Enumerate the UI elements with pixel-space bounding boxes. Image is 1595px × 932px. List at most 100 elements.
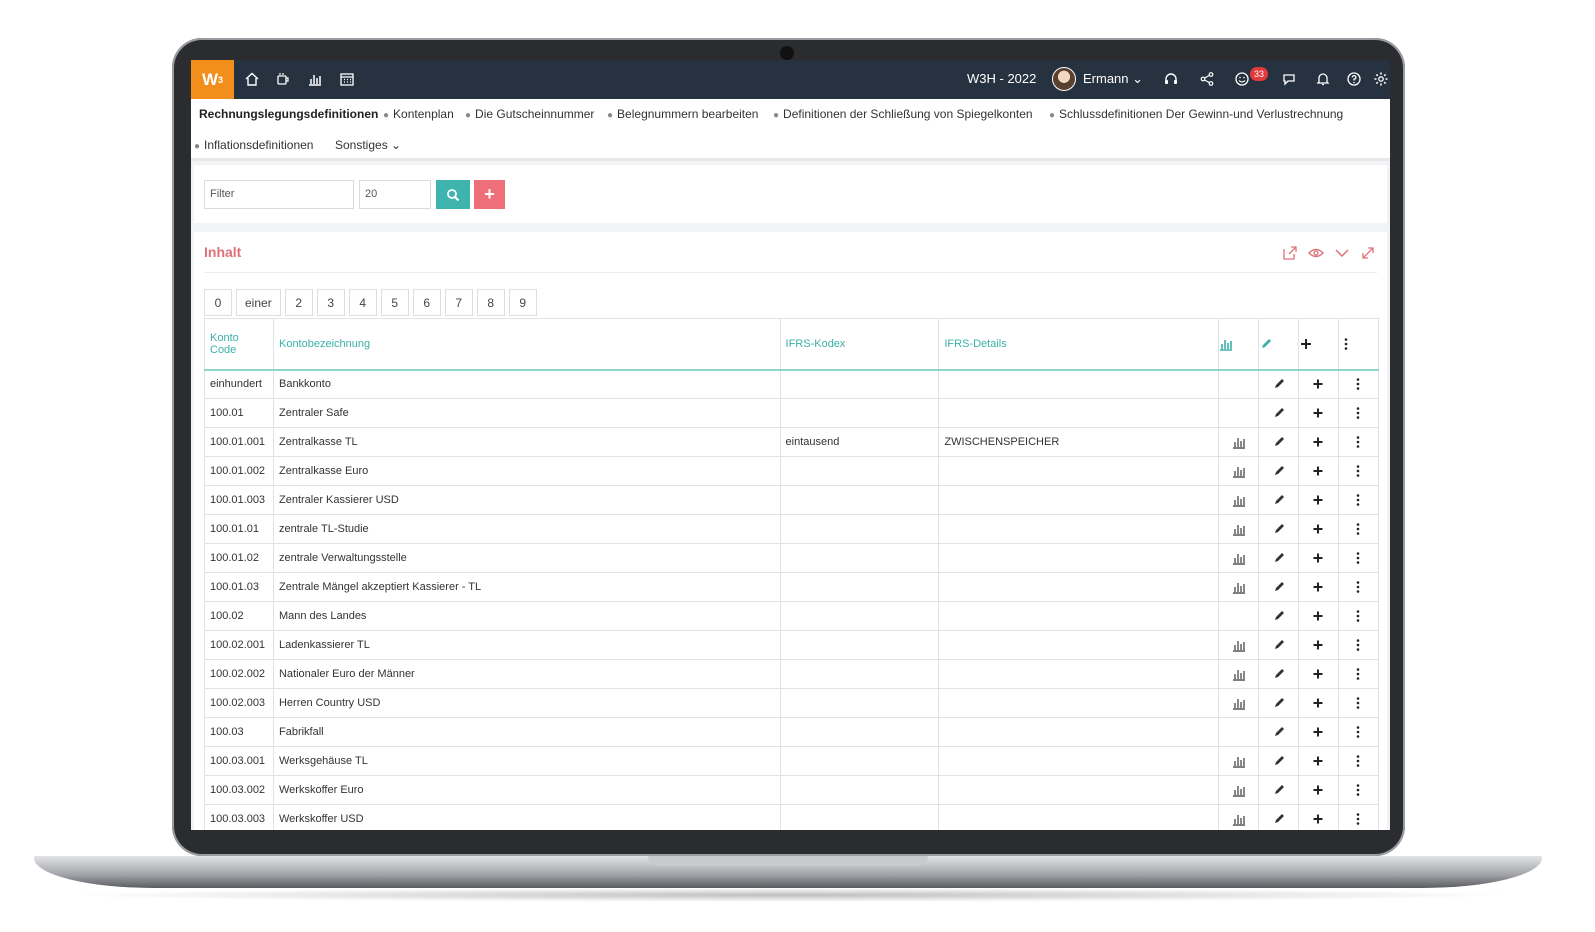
kebab-icon[interactable] [1351, 638, 1365, 652]
pencil-icon[interactable] [1272, 638, 1286, 652]
pencil-icon[interactable] [1272, 783, 1286, 797]
header-add[interactable] [1298, 318, 1339, 371]
pencil-icon[interactable] [1272, 435, 1286, 449]
header-more[interactable] [1337, 318, 1380, 371]
kebab-icon[interactable] [1351, 406, 1365, 420]
cell-more[interactable] [1337, 427, 1380, 457]
pager-button[interactable]: 4 [348, 289, 377, 316]
cell-add[interactable] [1298, 688, 1339, 718]
cell-edit[interactable] [1258, 775, 1300, 805]
cell-add[interactable] [1298, 427, 1339, 457]
cell-more[interactable] [1337, 688, 1380, 718]
kebab-icon[interactable] [1351, 696, 1365, 710]
bar-chart-icon[interactable] [1232, 754, 1246, 768]
table-row[interactable]: 100.01.01 zentrale TL-Studie [204, 514, 1380, 544]
cell-edit[interactable] [1258, 514, 1300, 544]
header-edit[interactable] [1258, 318, 1300, 371]
user-menu[interactable]: Ermann ⌄ [1083, 71, 1143, 87]
pencil-icon[interactable] [1272, 493, 1286, 507]
table-row[interactable]: 100.01.003 Zentraler Kassierer USD [204, 485, 1380, 515]
cell-add[interactable] [1298, 804, 1339, 830]
table-row[interactable]: 100.02.002 Nationaler Euro der Männer [204, 659, 1380, 689]
cell-more[interactable] [1337, 601, 1380, 631]
cell-add[interactable] [1298, 659, 1339, 689]
pager-button[interactable]: 7 [444, 289, 473, 316]
table-row[interactable]: 100.03.002 Werkskoffer Euro [204, 775, 1380, 805]
table-row[interactable]: 100.02.003 Herren Country USD [204, 688, 1380, 718]
plus-icon[interactable] [1311, 725, 1325, 739]
table-row[interactable]: 100.01 Zentraler Safe [204, 398, 1380, 428]
cell-more[interactable] [1337, 485, 1380, 515]
cell-add[interactable] [1298, 543, 1339, 573]
kebab-icon[interactable] [1351, 522, 1365, 536]
cell-add[interactable] [1298, 746, 1339, 776]
chart-icon[interactable] [307, 71, 323, 87]
cell-chart[interactable] [1218, 630, 1260, 660]
cell-more[interactable] [1337, 514, 1380, 544]
table-row[interactable]: 100.03.003 Werkskoffer USD [204, 804, 1380, 830]
plus-icon[interactable] [1311, 609, 1325, 623]
cell-add[interactable] [1298, 775, 1339, 805]
cell-add[interactable] [1298, 572, 1339, 602]
bell-icon[interactable] [1315, 71, 1331, 87]
kebab-icon[interactable] [1351, 812, 1365, 826]
table-row[interactable]: 100.01.001 Zentralkasse TL eintausend ZWISC… [204, 427, 1380, 457]
menu-item-gutscheinnummer[interactable]: ● Die Gutscheinnummer [465, 107, 594, 121]
cell-edit[interactable] [1258, 369, 1300, 399]
bar-chart-icon[interactable] [1232, 435, 1246, 449]
plus-icon[interactable] [1311, 464, 1325, 478]
kebab-icon[interactable] [1351, 667, 1365, 681]
menu-item-inflationsdefinitionen[interactable]: ● Inflationsdefinitionen [194, 138, 313, 152]
cell-add[interactable] [1298, 514, 1339, 544]
table-row[interactable]: 100.03 Fabrikfall [204, 717, 1380, 747]
plus-icon[interactable] [1311, 580, 1325, 594]
plus-icon[interactable] [1311, 406, 1325, 420]
cell-more[interactable] [1337, 369, 1380, 399]
cell-chart[interactable] [1218, 572, 1260, 602]
menu-item-spiegelkonten[interactable]: ● Definitionen der Schließung von Spiegel… [773, 107, 1033, 121]
table-row[interactable]: einhundert Bankkonto [204, 369, 1380, 399]
plus-icon[interactable] [1311, 435, 1325, 449]
plus-icon[interactable] [1311, 493, 1325, 507]
avatar[interactable] [1052, 67, 1076, 91]
home-icon[interactable] [244, 71, 260, 87]
kebab-icon[interactable] [1351, 580, 1365, 594]
cell-more[interactable] [1337, 746, 1380, 776]
pager-button[interactable]: 6 [412, 289, 441, 316]
company-year[interactable]: W3H - 2022 [967, 71, 1036, 86]
headset-icon[interactable] [1163, 71, 1181, 87]
cell-chart[interactable] [1218, 804, 1260, 830]
pencil-icon[interactable] [1272, 812, 1286, 826]
cell-edit[interactable] [1258, 427, 1300, 457]
plus-icon[interactable] [1311, 551, 1325, 565]
pager-button[interactable]: 2 [284, 289, 313, 316]
cell-edit[interactable] [1258, 398, 1300, 428]
cell-edit[interactable] [1258, 543, 1300, 573]
pencil-icon[interactable] [1272, 406, 1286, 420]
cell-edit[interactable] [1258, 717, 1300, 747]
pager-button[interactable]: 9 [508, 289, 537, 316]
kebab-icon[interactable] [1351, 464, 1365, 478]
menu-item-kontenplan[interactable]: ● Kontenplan [383, 107, 454, 121]
cell-add[interactable] [1298, 717, 1339, 747]
pager-button[interactable]: 8 [476, 289, 505, 316]
pager-button[interactable]: 3 [316, 289, 345, 316]
cell-add[interactable] [1298, 456, 1339, 486]
table-row[interactable]: 100.01.03 Zentrale Mängel akzeptiert Kass… [204, 572, 1380, 602]
kebab-icon[interactable] [1351, 551, 1365, 565]
bar-chart-icon[interactable] [1232, 638, 1246, 652]
cell-add[interactable] [1298, 398, 1339, 428]
kebab-icon[interactable] [1351, 435, 1365, 449]
collapse-icon[interactable] [1333, 244, 1351, 262]
cell-more[interactable] [1337, 775, 1380, 805]
bar-chart-icon[interactable] [1232, 812, 1246, 826]
filter-input[interactable]: Filter [204, 180, 354, 209]
cell-chart[interactable] [1218, 543, 1260, 573]
cell-edit[interactable] [1258, 659, 1300, 689]
cell-chart[interactable] [1218, 427, 1260, 457]
cell-edit[interactable] [1258, 688, 1300, 718]
kebab-icon[interactable] [1351, 783, 1365, 797]
table-row[interactable]: 100.02.001 Ladenkassierer TL [204, 630, 1380, 660]
header-chart[interactable] [1218, 318, 1260, 371]
cell-edit[interactable] [1258, 456, 1300, 486]
